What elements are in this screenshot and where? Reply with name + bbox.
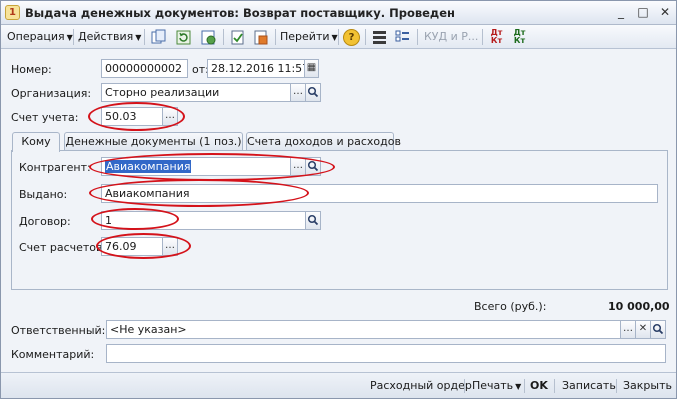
- responsible-select-button[interactable]: …: [620, 320, 636, 339]
- date-field[interactable]: 28.12.2016 11:57:1: [207, 59, 305, 78]
- tab-recipient[interactable]: Кому: [12, 132, 60, 152]
- list-settings-icon[interactable]: [371, 29, 388, 46]
- minimize-button[interactable]: _: [612, 4, 630, 21]
- close-button[interactable]: Закрыть: [623, 379, 672, 392]
- print-menu[interactable]: Печать ▼: [472, 379, 521, 392]
- search-icon[interactable]: [305, 211, 321, 230]
- search-icon[interactable]: [650, 320, 666, 339]
- account-label: Счет учета:: [11, 111, 79, 124]
- ok-button[interactable]: OK: [530, 379, 548, 392]
- organization-label: Организация:: [11, 87, 92, 100]
- total-label: Всего (руб.):: [474, 300, 547, 313]
- toolbar: Операция ▼ Действия ▼ Перейти ▼ ? КУД и …: [1, 25, 676, 49]
- organization-select-button[interactable]: …: [290, 83, 306, 102]
- organization-field[interactable]: Сторно реализации: [101, 83, 291, 102]
- bottom-divider: [554, 379, 555, 393]
- responsible-field[interactable]: <Не указан>: [106, 320, 621, 339]
- toolbar-divider: [275, 29, 276, 45]
- expense-order-button[interactable]: Расходный ордер: [370, 379, 472, 392]
- help-icon[interactable]: ?: [343, 29, 360, 46]
- window-title: Выдача денежных документов: Возврат пост…: [25, 6, 455, 20]
- toolbar-divider: [73, 29, 74, 45]
- print-menu-label: Печать: [472, 379, 514, 392]
- unpost-document-icon[interactable]: [252, 29, 269, 46]
- refresh-icon[interactable]: [175, 29, 192, 46]
- number-field[interactable]: 00000000002: [101, 59, 188, 78]
- comment-label: Комментарий:: [11, 348, 95, 361]
- search-icon[interactable]: [305, 83, 321, 102]
- toolbar-divider: [144, 29, 145, 45]
- toolbar-divider: [365, 29, 366, 45]
- operation-menu[interactable]: Операция ▼: [7, 29, 73, 46]
- goto-menu[interactable]: Перейти ▼: [280, 29, 338, 46]
- comment-field[interactable]: [106, 344, 666, 363]
- counterparty-label: Контрагент:: [19, 161, 91, 174]
- chevron-down-icon: ▼: [331, 33, 338, 42]
- toolbar-divider: [223, 29, 224, 45]
- contract-label: Договор:: [19, 215, 71, 228]
- counterparty-select-button[interactable]: …: [290, 157, 306, 176]
- toolbar-divider: [338, 29, 339, 45]
- settlement-account-field[interactable]: 76.09: [101, 237, 163, 256]
- dt-kt-label: Дт Кт: [490, 28, 503, 45]
- chevron-down-icon: ▼: [135, 33, 142, 42]
- total-value: 10 000,00: [608, 300, 670, 313]
- chevron-down-icon: ▼: [66, 33, 73, 42]
- goto-menu-label: Перейти: [280, 30, 330, 43]
- dt-kt-tax-label: Дт Кт: [513, 28, 526, 45]
- bottom-divider: [464, 379, 465, 393]
- settlement-account-label: Счет расчетов:: [19, 241, 107, 254]
- bottom-divider: [616, 379, 617, 393]
- toolbar-divider: [417, 29, 418, 45]
- actions-menu-label: Действия: [78, 30, 134, 43]
- copy-document-icon[interactable]: [150, 29, 167, 46]
- issued-field[interactable]: Авиакомпания: [101, 184, 658, 203]
- bottom-command-bar: Расходный ордер Печать ▼ OK Записать Закр…: [1, 372, 676, 398]
- search-icon[interactable]: [305, 157, 321, 176]
- document-window: 1 Выдача денежных документов: Возврат по…: [0, 0, 677, 399]
- account-select-button[interactable]: …: [162, 107, 178, 126]
- operation-menu-label: Операция: [7, 30, 65, 43]
- bottom-divider: [524, 379, 525, 393]
- dt-kt-tax-icon[interactable]: Дт Кт: [511, 29, 528, 46]
- issued-label: Выдано:: [19, 188, 68, 201]
- chevron-down-icon: ▼: [515, 382, 522, 391]
- tab-money-documents[interactable]: Денежные документы (1 поз.): [64, 132, 243, 151]
- post-document-icon[interactable]: [229, 29, 246, 46]
- account-field[interactable]: 50.03: [101, 107, 163, 126]
- dt-kt-report-icon[interactable]: Дт Кт: [488, 29, 505, 46]
- maximize-button[interactable]: □: [634, 4, 652, 21]
- responsible-label: Ответственный:: [11, 324, 106, 337]
- title-bar: 1 Выдача денежных документов: Возврат по…: [1, 1, 676, 25]
- number-label: Номер:: [11, 63, 52, 76]
- kud-button[interactable]: КУД и Р...: [424, 29, 478, 46]
- counterparty-value: Авиакомпания: [105, 160, 192, 173]
- counterparty-field[interactable]: Авиакомпания: [101, 157, 291, 176]
- save-button[interactable]: Записать: [562, 379, 616, 392]
- close-window-button[interactable]: ✕: [656, 4, 674, 21]
- settlement-account-select-button[interactable]: …: [162, 237, 178, 256]
- structure-icon[interactable]: [200, 29, 217, 46]
- tab-income-expense-accounts[interactable]: Счета доходов и расходов: [246, 132, 401, 151]
- clear-icon[interactable]: ✕: [635, 320, 651, 339]
- toolbar-divider: [482, 29, 483, 45]
- app-icon: 1: [5, 5, 20, 20]
- contract-field[interactable]: 1: [101, 211, 306, 230]
- calendar-icon[interactable]: ▦: [304, 59, 319, 78]
- actions-menu[interactable]: Действия ▼: [78, 29, 141, 46]
- checklist-icon[interactable]: [394, 29, 411, 46]
